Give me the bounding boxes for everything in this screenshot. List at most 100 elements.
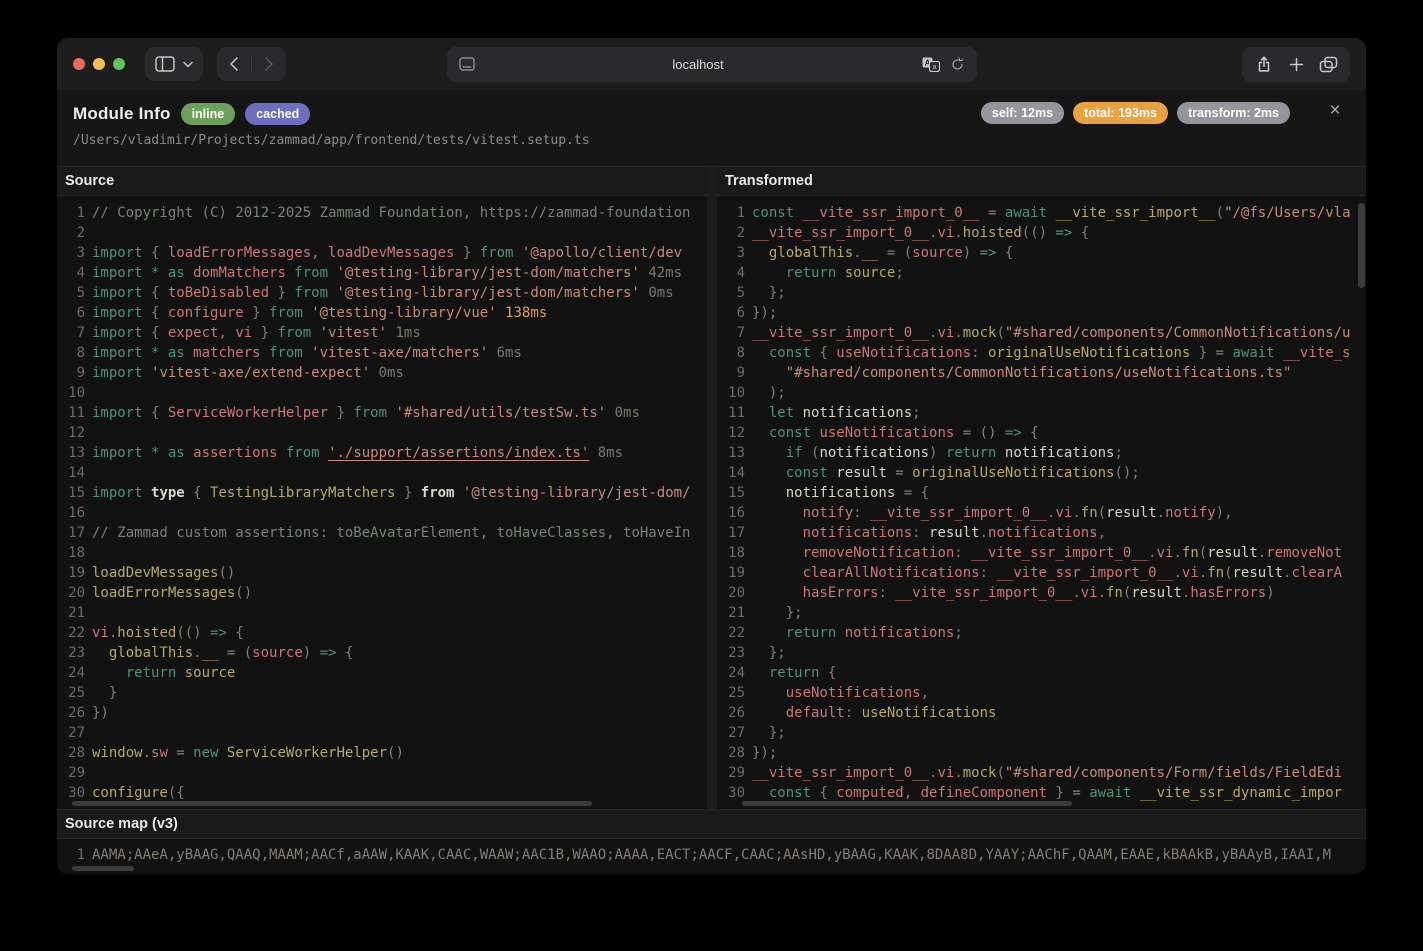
line-number: 10 [728,385,745,401]
sidebar-icon [155,56,175,72]
transformed-panel: Transformed 1 const __vite_ssr_import_0__… [717,167,1366,809]
line-number: 26 [728,705,745,721]
line-number: 13 [68,445,85,461]
line-number: 6 [736,305,745,321]
code-line: 6}); [717,303,1366,323]
code-line: 22 vi.hoisted(() => { [57,623,707,643]
browser-window: localhost A a Module Info inline cached … [57,38,1366,874]
line-number: 13 [728,445,745,461]
forward-button[interactable] [252,47,286,81]
line-number: 4 [76,265,85,281]
line-number: 20 [728,585,745,601]
code-line: 1 const __vite_ssr_import_0__ = await __v… [717,203,1366,223]
line-number: 25 [68,685,85,701]
window-zoom-button[interactable] [113,58,125,70]
module-link[interactable]: './support/assertions/index.ts' [328,445,589,461]
code-line: 3 globalThis.__ = (source) => { [717,243,1366,263]
code-line: 21 [57,603,707,623]
code-line: 3 import { loadErrorMessages, loadDevMess… [57,243,707,263]
code-line: 8 import * as matchers from 'vitest-axe/m… [57,343,707,363]
code-line: 24 return source [57,663,707,683]
source-horizontal-scrollbar[interactable] [72,801,592,806]
sidebar-toggle-button[interactable] [145,47,203,81]
code-line: 24 return { [717,663,1366,683]
module-info-header: Module Info inline cached self: 12ms tot… [57,90,1366,167]
sourcemap-horizontal-scrollbar[interactable] [72,866,134,871]
code-line: 8 const { useNotifications: originalUseN… [717,343,1366,363]
code-line: 12 [57,423,707,443]
traffic-lights [73,58,125,70]
code-line: 18 removeNotification: __vite_ssr_import… [717,543,1366,563]
line-number: 12 [68,425,85,441]
back-button[interactable] [217,47,251,81]
sourcemap-section: Source map (v3) 1 AAMA;AAeA,yBAAG,QAAQ,M… [57,809,1366,874]
reload-button[interactable] [950,56,965,72]
code-line: 5 }; [717,283,1366,303]
code-line: 26}) [57,703,707,723]
line-number: 7 [736,325,745,341]
code-line: 29 __vite_ssr_import_0__.vi.mock("#shared… [717,763,1366,783]
share-button[interactable] [1248,48,1280,80]
transformed-code: 1 const __vite_ssr_import_0__ = await __v… [717,196,1366,809]
code-line: 15 import type { TestingLibraryMatchers }… [57,483,707,503]
code-line: 19 clearAllNotifications: __vite_ssr_imp… [717,563,1366,583]
transformed-vertical-scrollbar[interactable] [1358,203,1365,288]
badge-cached: cached [245,103,311,125]
code-line: 13 import * as assertions from './support… [57,443,707,463]
line-number: 23 [68,645,85,661]
source-panel-title: Source [57,167,707,196]
line-number: 9 [76,365,85,381]
line-number: 18 [728,545,745,561]
line-number: 9 [736,365,745,381]
line-number: 19 [728,565,745,581]
code-line: 10 ); [717,383,1366,403]
timing-total-badge: total: 193ms [1073,102,1168,124]
code-line: 20 hasErrors: __vite_ssr_import_0__.vi.f… [717,583,1366,603]
line-number: 28 [68,745,85,761]
timing-transform-badge: transform: 2ms [1177,102,1290,124]
code-line: 22 return notifications; [717,623,1366,643]
window-minimize-button[interactable] [93,58,105,70]
window-close-button[interactable] [73,58,85,70]
line-number: 29 [728,765,745,781]
line-number: 26 [68,705,85,721]
translate-button[interactable]: A a [922,57,940,72]
code-line: 11 let notifications; [717,403,1366,423]
line-number: 11 [728,405,745,421]
url-bar[interactable]: localhost A a [446,46,977,82]
line-number: 24 [68,665,85,681]
code-line: 14 [57,463,707,483]
code-line: 2 __vite_ssr_import_0__.vi.hoisted(() => … [717,223,1366,243]
line-number: 5 [736,285,745,301]
code-line: 25 } [57,683,707,703]
transformed-horizontal-scrollbar[interactable] [742,801,1072,806]
code-line: 11 import { ServiceWorkerHelper } from '#… [57,403,707,423]
page-icon [458,57,475,71]
line-number: 19 [68,565,85,581]
code-line: 13 if (notifications) return notificatio… [717,443,1366,463]
line-number: 4 [736,265,745,281]
code-line: 17 notifications: result.notifications, [717,523,1366,543]
code-line: 15 notifications = { [717,483,1366,503]
line-number: 1 [736,205,745,221]
code-line: 16 notify: __vite_ssr_import_0__.vi.fn(r… [717,503,1366,523]
line-number: 10 [68,385,85,401]
line-number: 14 [728,465,745,481]
tabs-overview-button[interactable] [1312,48,1344,80]
line-number: 12 [728,425,745,441]
code-line: 9 import 'vitest-axe/extend-expect' 0ms [57,363,707,383]
source-code: 1// Copyright (C) 2012-2025 Zammad Found… [57,196,707,809]
page-title: Module Info [73,104,171,123]
line-number: 2 [76,225,85,241]
code-line: 4 import * as domMatchers from '@testing-… [57,263,707,283]
line-number: 16 [728,505,745,521]
code-line: 2 [57,223,707,243]
close-button[interactable]: × [1322,98,1348,124]
code-line: 27 }; [717,723,1366,743]
line-number: 17 [68,525,85,541]
code-line: 26 default: useNotifications [717,703,1366,723]
new-tab-button[interactable] [1280,48,1312,80]
line-number: 25 [728,685,745,701]
code-line: 9 "#shared/components/CommonNotification… [717,363,1366,383]
nav-buttons [217,47,286,81]
